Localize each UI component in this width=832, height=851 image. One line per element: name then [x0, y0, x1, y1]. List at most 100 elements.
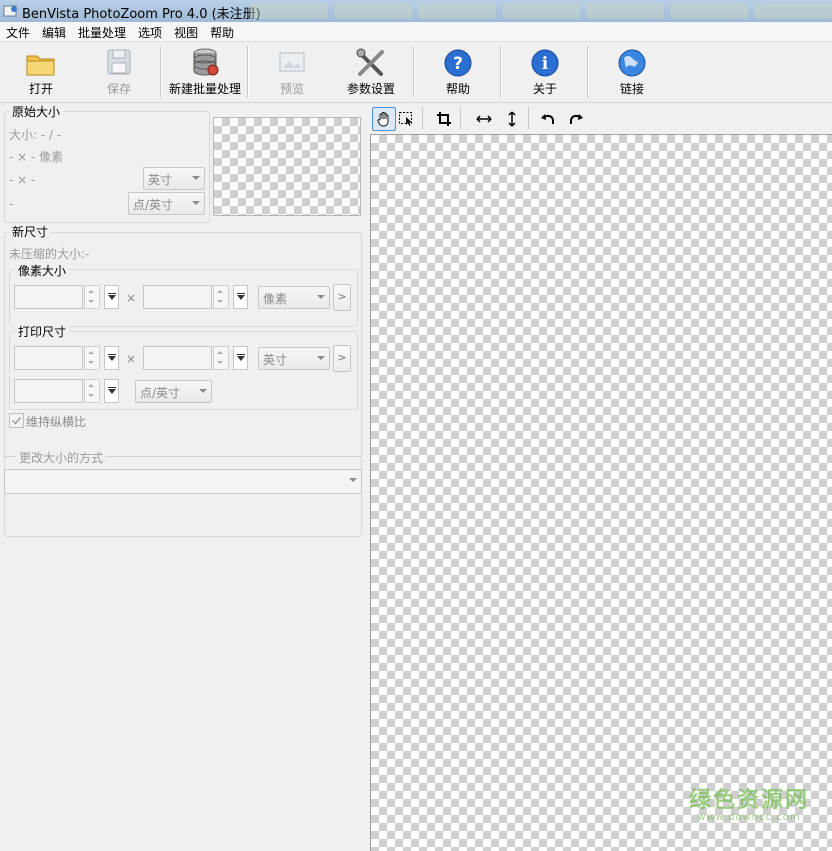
pixel-width-unit-button[interactable]: [104, 285, 119, 309]
pixel-width-spinner[interactable]: [84, 285, 100, 309]
menu-batch[interactable]: 批量处理: [72, 22, 132, 41]
original-unit-select[interactable]: 英寸: [143, 167, 205, 190]
folder-icon: [26, 55, 55, 76]
database-icon: [193, 48, 219, 76]
help-button[interactable]: ? 帮助: [417, 46, 499, 100]
original-thumbnail: [213, 117, 361, 216]
crop-icon: [437, 112, 451, 126]
site-watermark: 绿色资源网 www.downcc.com: [689, 782, 809, 823]
open-button[interactable]: 打开: [0, 46, 82, 100]
horizontal-arrows-icon: [476, 115, 492, 123]
about-button[interactable]: i 关于: [504, 46, 586, 100]
view-toolbar-separator: [422, 107, 423, 129]
print-resolution-unit-button[interactable]: [104, 379, 119, 403]
new-size-title: 新尺寸: [9, 223, 52, 240]
chevron-down-icon: [317, 295, 325, 299]
question-mark-icon: ?: [444, 49, 472, 77]
toolbar-separator: [160, 46, 162, 98]
menu-bar: 文件 编辑 批量处理 选项 视图 帮助: [0, 22, 832, 42]
print-unit-select[interactable]: 英寸: [258, 347, 330, 370]
original-dims-text: - × -: [9, 173, 36, 187]
pixel-unit-select[interactable]: 像素: [258, 286, 330, 309]
chevron-down-icon: [199, 389, 207, 393]
rotate-right-button[interactable]: [564, 107, 588, 131]
resize-method-select[interactable]: [4, 469, 362, 494]
pixel-height-unit-button[interactable]: [233, 285, 248, 309]
rotate-left-icon: [541, 114, 554, 124]
print-height-spinner[interactable]: [213, 346, 229, 370]
preview-button[interactable]: 预览: [251, 46, 333, 100]
chevron-down-icon: [317, 356, 325, 360]
globe-icon: [618, 49, 646, 77]
size-settings-panel: 原始大小 大小: - / - - × - 像素 - × - - 英寸 点/英寸 …: [0, 103, 368, 850]
print-resolution-spinner[interactable]: [84, 379, 100, 403]
floppy-disk-icon: [107, 49, 131, 75]
menu-help[interactable]: 帮助: [204, 22, 240, 41]
chevron-down-icon: [192, 176, 200, 180]
original-resolution-text: -: [9, 197, 14, 211]
keep-aspect-label: 维持纵横比: [26, 415, 87, 429]
print-width-input[interactable]: [14, 346, 83, 370]
pixel-height-spinner[interactable]: [213, 285, 229, 309]
multiply-sign: ×: [126, 352, 137, 366]
save-button[interactable]: 保存: [78, 46, 160, 100]
vertical-arrows-icon: [508, 111, 516, 127]
watermark-main-text: 绿色资源网: [688, 788, 809, 813]
print-height-input[interactable]: [143, 346, 212, 370]
menu-edit[interactable]: 编辑: [36, 22, 72, 41]
resize-method-title: 更改大小的方式: [16, 449, 107, 466]
selection-cursor-icon: [399, 112, 412, 126]
watermark-url-text: www.downcc.com: [697, 812, 801, 823]
menu-options[interactable]: 选项: [132, 22, 168, 41]
preview-image-icon: [279, 52, 305, 72]
main-toolbar: 打开 保存 新建批量处理 预览 参数设置 ? 帮助 i 关于 链接: [0, 42, 832, 103]
pixel-size-preset-button[interactable]: >: [333, 284, 351, 311]
pixel-height-input[interactable]: [143, 285, 212, 309]
original-size-text: 大小: - / -: [9, 128, 62, 142]
keep-aspect-checkbox[interactable]: [9, 413, 24, 428]
selection-tool-button[interactable]: [394, 107, 418, 131]
title-bar: BenVista PhotoZoom Pro 4.0 (未注册): [0, 0, 832, 23]
original-resolution-select[interactable]: 点/英寸: [128, 192, 205, 215]
rotate-left-button[interactable]: [536, 107, 560, 131]
crop-button[interactable]: [432, 107, 456, 131]
toolbar-separator: [247, 46, 249, 98]
print-resolution-select[interactable]: 点/英寸: [135, 380, 212, 403]
print-size-title: 打印尺寸: [15, 323, 70, 340]
fit-height-button[interactable]: [500, 107, 524, 131]
app-icon: [3, 5, 17, 17]
print-width-unit-button[interactable]: [104, 346, 119, 370]
info-icon: i: [531, 49, 559, 77]
pixel-width-input[interactable]: [14, 285, 83, 309]
print-height-unit-button[interactable]: [233, 346, 248, 370]
print-size-preset-button[interactable]: >: [333, 345, 351, 372]
view-toolbar-separator: [460, 107, 461, 129]
hand-tool-button[interactable]: [372, 107, 396, 131]
svg-text:?: ?: [453, 54, 463, 74]
link-button[interactable]: 链接: [591, 46, 673, 100]
menu-file[interactable]: 文件: [0, 22, 36, 41]
toolbar-separator: [413, 46, 415, 98]
toolbar-separator: [587, 46, 589, 98]
toolbar-separator: [500, 46, 502, 98]
fit-width-button[interactable]: [472, 107, 496, 131]
original-pixels-text: - × - 像素: [9, 150, 64, 164]
settings-button[interactable]: 参数设置: [330, 46, 412, 100]
print-width-spinner[interactable]: [84, 346, 100, 370]
menu-view[interactable]: 视图: [168, 22, 204, 41]
tools-icon: [356, 48, 384, 76]
print-resolution-input[interactable]: [14, 379, 83, 403]
hand-icon: [377, 112, 389, 127]
uncompressed-size-text: 未压缩的大小:-: [9, 247, 90, 261]
svg-text:i: i: [542, 54, 549, 74]
preview-panel: 绿色资源网 www.downcc.com: [370, 103, 832, 851]
new-batch-button[interactable]: 新建批量处理: [164, 46, 246, 100]
chevron-down-icon: [349, 478, 357, 482]
rotate-right-icon: [570, 114, 583, 124]
multiply-sign: ×: [126, 291, 137, 305]
window-title: BenVista PhotoZoom Pro 4.0 (未注册): [22, 7, 261, 22]
background-taskbar-blur: [250, 3, 832, 19]
checkmark-icon: [11, 417, 22, 425]
view-toolbar-separator: [528, 107, 529, 129]
image-canvas[interactable]: 绿色资源网 www.downcc.com: [370, 134, 832, 851]
